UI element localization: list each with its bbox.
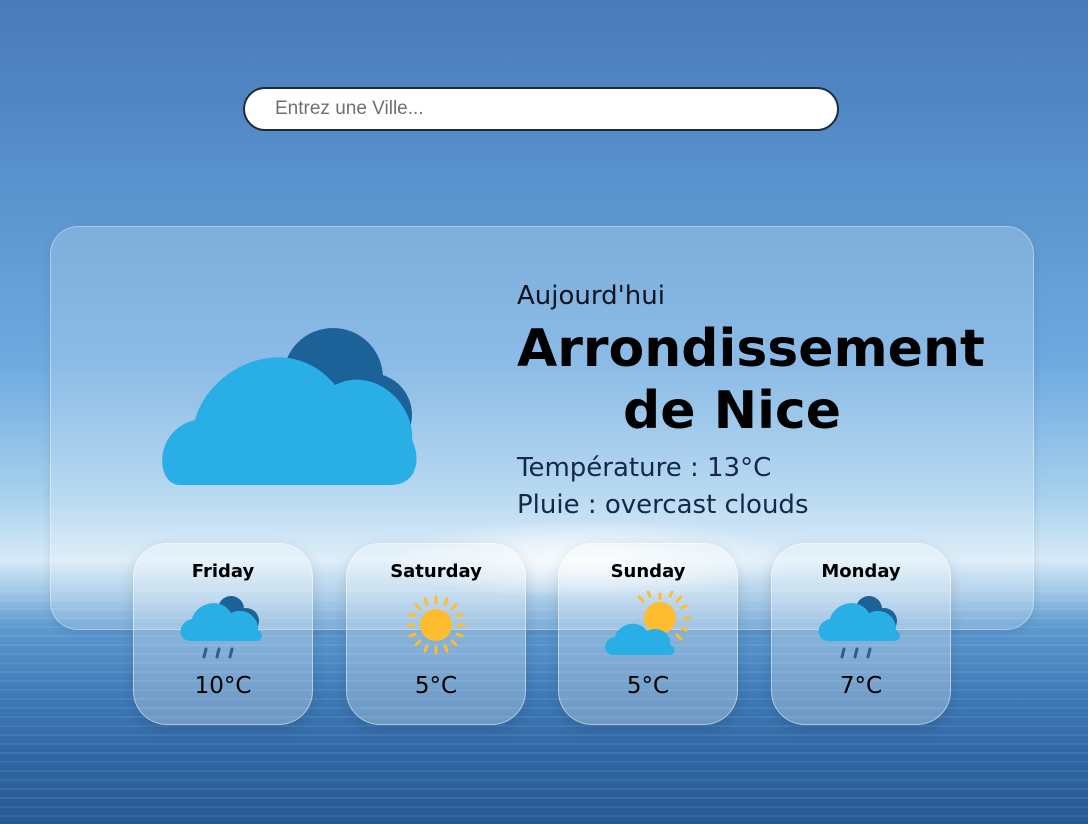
city-name: Arrondissement de Nice — [517, 319, 985, 441]
forecast-day: Friday — [191, 561, 255, 582]
rain-text: Pluie : overcast clouds — [517, 490, 809, 520]
rain-cloud-icon — [818, 596, 900, 659]
partly-cloudy-icon — [605, 591, 691, 655]
forecast-temperature: 5°C — [414, 673, 458, 699]
today-label: Aujourd'hui — [517, 281, 665, 311]
forecast-temperature: 10°C — [194, 673, 252, 699]
forecast-temperature: 7°C — [839, 673, 883, 699]
forecast-card-saturday: Saturday 5°C — [346, 543, 526, 725]
rain-cloud-icon — [180, 596, 262, 659]
forecast-temperature: 5°C — [626, 673, 670, 699]
forecast-day: Saturday — [390, 561, 482, 582]
forecast-card-sunday: Sunday 5°C — [558, 543, 738, 725]
forecast-card-friday: Friday 10°C — [133, 543, 313, 725]
temperature-text: Température : 13°C — [517, 453, 772, 483]
forecast-day: Monday — [821, 561, 901, 582]
forecast-day: Sunday — [610, 561, 686, 582]
search-input[interactable] — [243, 87, 839, 131]
cloud-icon — [162, 328, 417, 485]
forecast-card-monday: Monday 7°C — [771, 543, 951, 725]
sun-icon — [406, 595, 466, 655]
current-weather-info: Aujourd'hui Arrondissement de Nice Tempé… — [517, 280, 985, 524]
